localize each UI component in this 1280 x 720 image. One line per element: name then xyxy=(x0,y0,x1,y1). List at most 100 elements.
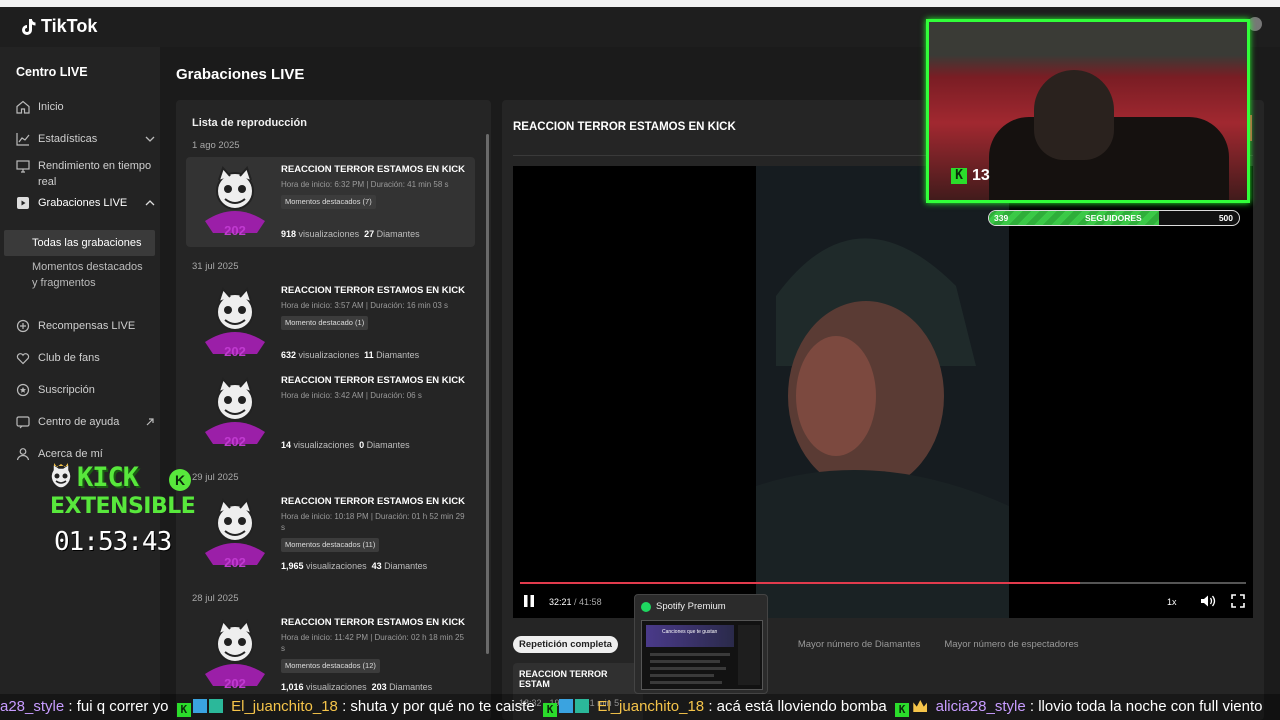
sidebar-subitem-label: Todas las grabaciones xyxy=(32,237,142,249)
cat-mascot-icon xyxy=(50,462,72,489)
followers-goal-bar: 339 SEGUIDORES 500 xyxy=(988,210,1240,226)
followers-current: 339 xyxy=(994,213,1009,223)
recording-title: REACCION TERROR ESTAMOS EN KICK xyxy=(281,375,466,386)
external-link-icon xyxy=(146,418,154,426)
spotify-taskbar-preview[interactable]: Spotify Premium Canciones que te gustan xyxy=(634,594,768,694)
tab-repeticion-completa[interactable]: Repetición completa xyxy=(513,636,618,653)
stream-timer: 01:53:43 xyxy=(54,527,172,557)
sidebar-item-label: Recompensas LIVE xyxy=(38,320,136,332)
chat-message: : acá está lloviendo bomba xyxy=(708,698,887,715)
playback-speed-button[interactable]: 1x xyxy=(1167,597,1177,607)
recording-meta: Hora de inicio: 3:42 AM | Duración: 06 s xyxy=(281,391,422,400)
sidebar-item-estadisticas[interactable]: Estadísticas xyxy=(16,131,156,147)
webcam-head xyxy=(1034,70,1114,160)
sidebar-item-suscripcion[interactable]: Suscripción xyxy=(16,382,156,398)
current-time: 32:21 xyxy=(549,597,572,607)
sidebar-item-label: Suscripción xyxy=(38,384,95,396)
sidebar-item-recompensas[interactable]: Recompensas LIVE xyxy=(16,318,156,334)
kick-badge-icon: K xyxy=(176,703,191,717)
kick-word: KICK xyxy=(77,462,139,493)
chat-badge-icon xyxy=(192,699,207,713)
recording-item[interactable]: 202 REACCION TERROR ESTAMOS EN KICK Hora… xyxy=(186,368,475,458)
tab-mayor-diamantes[interactable]: Mayor número de Diamantes xyxy=(792,636,927,653)
recording-title: REACCION TERROR ESTAMOS EN KICK xyxy=(281,164,466,175)
chat-ticker: a28_style : fui q correr yo K El_juanchi… xyxy=(0,694,1280,720)
highlights-badge[interactable]: Momentos destacados (11) xyxy=(281,538,380,552)
recording-thumbnail: 202 xyxy=(205,498,265,570)
sidebar-subitem-label: Momentos destacados y fragmentos xyxy=(32,261,143,289)
progress-bar[interactable] xyxy=(520,582,1246,584)
svg-text:202: 202 xyxy=(224,223,246,238)
recording-item[interactable]: 202 REACCION TERROR ESTAMOS EN KICK Hora… xyxy=(186,489,475,579)
playlist-title: Lista de reproducción xyxy=(192,117,307,129)
moments-tabs: Repetición completa M Mayor número de Di… xyxy=(513,636,1084,653)
tab-mayor-espectadores[interactable]: Mayor número de espectadores xyxy=(938,636,1084,653)
browser-top-strip xyxy=(0,0,1280,7)
sidebar-item-label: Centro de ayuda xyxy=(38,416,120,428)
highlights-badge[interactable]: Momento destacado (1) xyxy=(281,316,369,330)
svg-text:202: 202 xyxy=(224,434,246,449)
volume-icon[interactable] xyxy=(1200,594,1216,608)
tiktok-icon xyxy=(22,18,36,35)
chat-message: : llovio toda la noche con full viento xyxy=(1029,698,1263,715)
followers-max: 500 xyxy=(1218,213,1233,223)
video-player[interactable]: 32:21 / 41:58 1x xyxy=(513,166,1253,618)
sidebar-item-club-fans[interactable]: Club de fans xyxy=(16,350,156,366)
tiktok-logo[interactable]: TikTok xyxy=(20,16,97,37)
recording-thumbnail: 202 xyxy=(205,166,265,238)
recording-stats: 1,016 visualizaciones 203 Diamantes xyxy=(281,682,433,692)
chevron-down-icon xyxy=(145,136,155,142)
date-header: 28 jul 2025 xyxy=(192,593,239,604)
progress-fill xyxy=(520,582,1080,584)
sidebar-item-ayuda[interactable]: Centro de ayuda xyxy=(16,414,156,430)
sidebar-item-label: Estadísticas xyxy=(38,133,98,145)
recording-title: REACCION TERROR ESTAMOS EN KICK xyxy=(281,496,466,507)
chat-message: : shuta y por qué no te caiste xyxy=(342,698,535,715)
spotify-header: Spotify Premium xyxy=(641,601,726,612)
followers-label: SEGUIDORES xyxy=(1085,213,1142,223)
profile-avatar-icon[interactable] xyxy=(1248,17,1262,31)
player-title: REACCION TERROR ESTAMOS EN KICK xyxy=(513,121,736,133)
pause-icon[interactable] xyxy=(523,594,535,608)
sidebar-title: Centro LIVE xyxy=(16,65,88,79)
sidebar-subitem-todas[interactable]: Todas las grabaciones xyxy=(4,230,155,256)
streamer-video-image xyxy=(756,166,1009,618)
recording-meta: Hora de inicio: 11:42 PM | Duración: 02 … xyxy=(281,633,464,653)
total-time: / 41:58 xyxy=(574,597,602,607)
video-frame xyxy=(756,166,1009,618)
highlights-badge[interactable]: Momentos destacados (12) xyxy=(281,659,380,673)
svg-text:202: 202 xyxy=(224,344,246,359)
spotify-icon xyxy=(641,601,651,612)
kick-logo-icon: K xyxy=(951,168,967,184)
recording-thumbnail: 202 xyxy=(205,619,265,691)
recording-item[interactable]: 202 REACCION TERROR ESTAMOS EN KICK Hora… xyxy=(186,610,475,700)
recording-title: REACCION TERROR ESTAMOS EN KICK xyxy=(281,285,466,296)
monitor-icon xyxy=(16,160,30,173)
playlist-scrollbar[interactable] xyxy=(486,134,489,654)
sidebar-item-inicio[interactable]: Inicio xyxy=(16,99,156,115)
kick-badge-icon: K xyxy=(169,469,191,491)
chart-line-icon xyxy=(16,133,30,146)
fullscreen-icon[interactable] xyxy=(1231,594,1245,608)
sidebar-item-label: Rendimiento en tiempo real xyxy=(38,160,152,188)
recording-item[interactable]: 202 REACCION TERROR ESTAMOS EN KICK Hora… xyxy=(186,157,475,247)
chat-badge-icon xyxy=(575,699,590,713)
time-display: 32:21 / 41:58 xyxy=(549,597,602,607)
recording-meta: Hora de inicio: 3:57 AM | Duración: 16 m… xyxy=(281,301,449,310)
highlights-badge[interactable]: Momentos destacados (7) xyxy=(281,195,376,209)
date-header: 1 ago 2025 xyxy=(192,140,240,151)
sidebar-subitem-momentos[interactable]: Momentos destacados y fragmentos xyxy=(4,259,155,291)
playlist-panel: Lista de reproducción 1 ago 2025 202 REA… xyxy=(176,100,491,720)
recording-item[interactable]: 202 REACCION TERROR ESTAMOS EN KICK Hora… xyxy=(186,278,475,368)
spotify-thumbnail-rows xyxy=(650,625,760,685)
sidebar-item-rendimiento[interactable]: Rendimiento en tiempo real xyxy=(16,158,156,190)
chat-username: El_juanchito_18 xyxy=(231,698,338,715)
chat-username: El_juanchito_18 xyxy=(597,698,705,715)
spotify-window-thumbnail: Canciones que te gustan xyxy=(641,620,763,690)
date-header: 31 jul 2025 xyxy=(192,261,239,272)
chat-username: alicia28_style xyxy=(935,698,1026,715)
sidebar-item-grabaciones[interactable]: Grabaciones LIVE xyxy=(16,195,156,211)
svg-text:202: 202 xyxy=(224,676,246,691)
moment-title: REACCION TERROR ESTAM xyxy=(519,669,608,689)
kick-badge-icon: K xyxy=(543,703,558,717)
